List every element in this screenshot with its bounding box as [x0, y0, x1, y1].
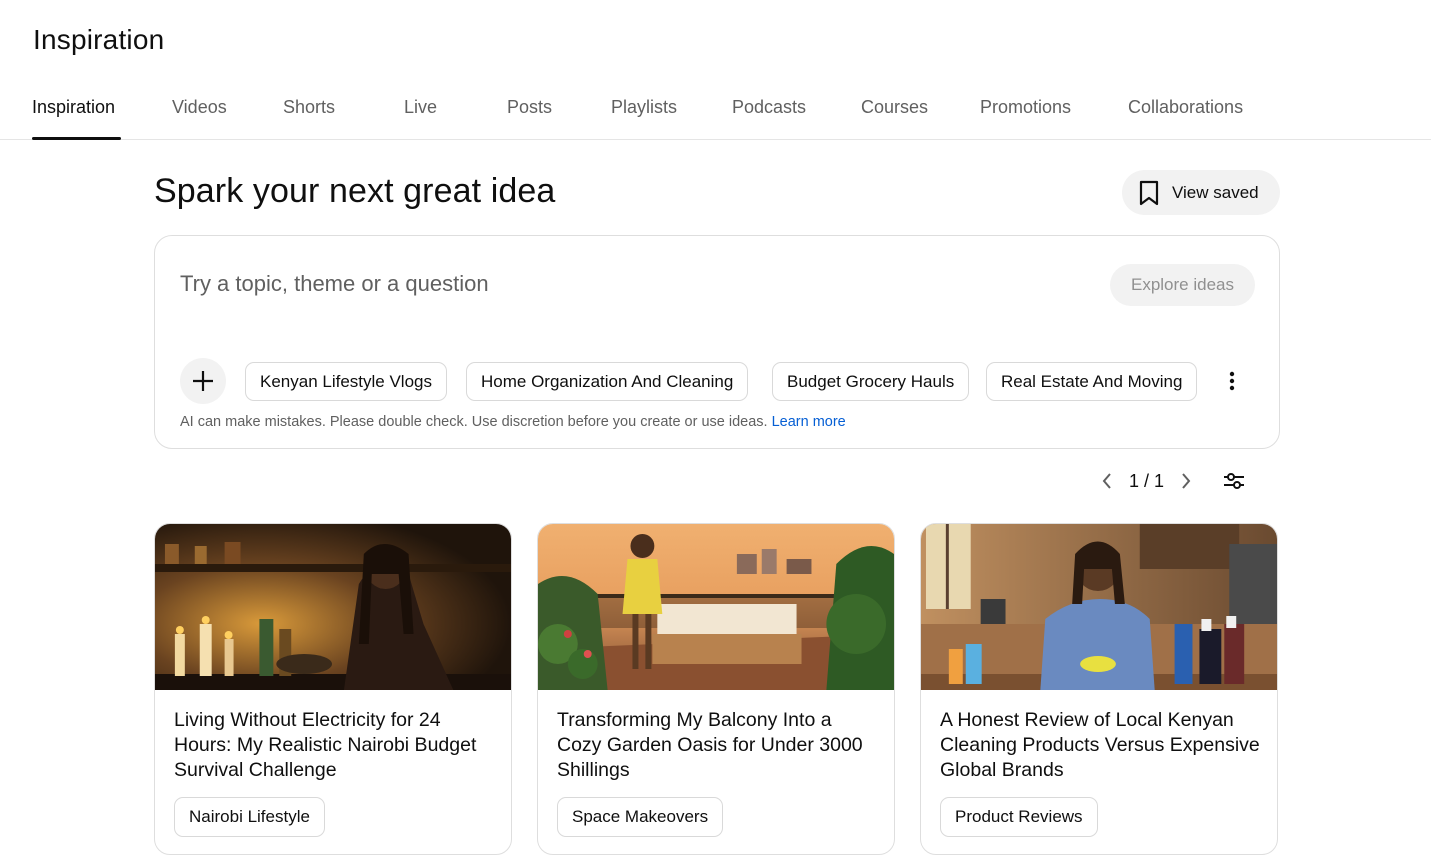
suggestion-chip[interactable]: Budget Grocery Hauls [772, 362, 970, 401]
view-saved-label: View saved [1172, 182, 1259, 202]
suggestion-chip[interactable]: Kenyan Lifestyle Vlogs [245, 362, 447, 401]
filter-button[interactable] [1219, 466, 1249, 496]
card-tag[interactable]: Nairobi Lifestyle [174, 797, 325, 837]
disclaimer-text: AI can make mistakes. Please double chec… [180, 414, 772, 430]
headline: Spark your next great idea [154, 172, 556, 210]
suggestion-chip[interactable]: Home Organization And Cleaning [466, 362, 749, 401]
suggestion-chip[interactable]: Real Estate And Moving [986, 362, 1198, 401]
view-saved-button[interactable]: View saved [1122, 170, 1280, 215]
page-title: Inspiration [33, 24, 165, 55]
idea-card[interactable]: A Honest Review of Local Kenyan Cleaning… [920, 523, 1278, 855]
chevron-left-icon [1102, 473, 1111, 489]
plus-icon [193, 371, 213, 391]
tab-inspiration[interactable]: Inspiration [32, 97, 115, 118]
tab-playlists[interactable]: Playlists [611, 97, 677, 118]
topic-input[interactable] [180, 266, 1060, 302]
card-tag[interactable]: Space Makeovers [557, 797, 724, 837]
idea-card[interactable]: Transforming My Balcony Into a Cozy Gard… [537, 523, 895, 855]
active-tab-indicator [32, 137, 121, 140]
tune-icon [1224, 473, 1244, 489]
card-title: A Honest Review of Local Kenyan Cleaning… [940, 709, 1260, 781]
tab-videos[interactable]: Videos [172, 97, 227, 118]
bookmark-icon [1136, 180, 1162, 206]
tab-posts[interactable]: Posts [507, 97, 552, 118]
card-title: Transforming My Balcony Into a Cozy Gard… [557, 709, 863, 781]
idea-prompt-box: Explore ideas Kenyan Lifestyle Vlogs Hom… [154, 235, 1280, 449]
tab-shorts[interactable]: Shorts [283, 97, 335, 118]
page-count: 1 / 1 [1129, 470, 1165, 491]
card-thumbnail [921, 524, 1277, 690]
tab-live[interactable]: Live [404, 97, 437, 118]
pagination: 1 / 1 [1096, 466, 1197, 496]
add-topic-button[interactable] [180, 358, 226, 404]
card-tag[interactable]: Product Reviews [940, 797, 1098, 837]
tab-podcasts[interactable]: Podcasts [732, 97, 806, 118]
next-page-button[interactable] [1175, 466, 1197, 496]
card-title: Living Without Electricity for 24 Hours:… [174, 709, 477, 781]
card-thumbnail [538, 524, 894, 690]
tab-bar: Inspiration Videos Shorts Live Posts Pla… [0, 88, 1431, 140]
tab-courses[interactable]: Courses [861, 97, 928, 118]
ai-disclaimer: AI can make mistakes. Please double chec… [180, 414, 846, 430]
tab-collaborations[interactable]: Collaborations [1128, 97, 1243, 118]
tab-promotions[interactable]: Promotions [980, 97, 1071, 118]
chevron-right-icon [1182, 473, 1191, 489]
prev-page-button[interactable] [1096, 466, 1118, 496]
card-thumbnail [155, 524, 511, 690]
more-options-button[interactable] [1218, 366, 1246, 396]
explore-ideas-button[interactable]: Explore ideas [1110, 264, 1255, 306]
learn-more-link[interactable]: Learn more [772, 414, 846, 430]
idea-card[interactable]: Living Without Electricity for 24 Hours:… [154, 523, 512, 855]
more-vert-icon [1229, 371, 1235, 391]
